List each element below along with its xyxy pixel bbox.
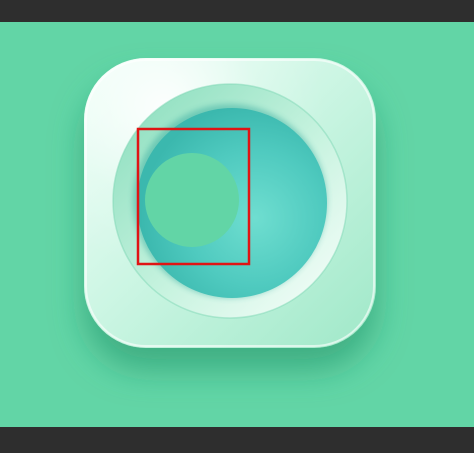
canvas-art <box>0 22 474 427</box>
inner-dot-icon <box>145 153 239 247</box>
bottom-frame-bar <box>0 427 474 453</box>
top-frame-bar <box>0 0 474 22</box>
app-icon[interactable] <box>84 58 376 348</box>
screenshot-frame <box>0 0 474 453</box>
design-canvas <box>0 22 474 427</box>
